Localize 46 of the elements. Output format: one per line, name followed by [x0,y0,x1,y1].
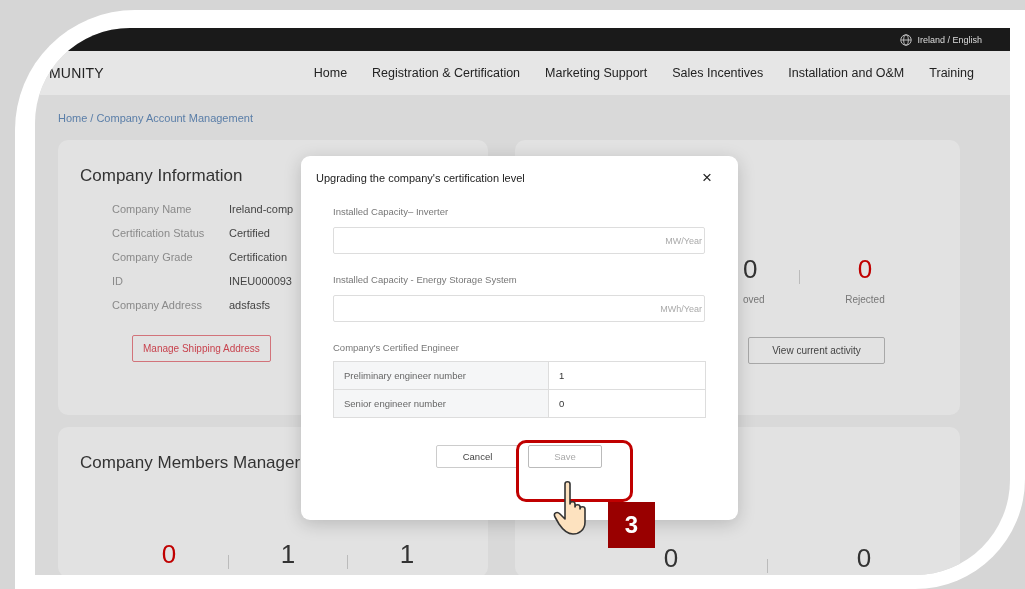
stat-label: oved [743,294,765,305]
view-activity-button[interactable]: View current activity [748,337,885,364]
field-value: Certified [229,227,270,239]
table-cell: Preliminary engineer number [334,362,549,390]
table-cell: 1 [549,362,706,390]
card-title: Company Information [80,166,243,186]
field-label: Company Address [112,299,202,311]
nav-link[interactable]: Sales Incentives [672,66,764,80]
field-label: ID [112,275,123,287]
manage-address-button[interactable]: Manage Shipping Address [132,335,271,362]
card-title: Company Members Manager [80,453,301,473]
field-label: Company Grade [112,251,193,263]
stat-value: 1 [399,539,415,569]
stat-value: 0 [857,254,873,284]
field-label: Installed Capacity– Inverter [333,206,450,217]
field-value: adsfasfs [229,299,270,311]
dialog-title: Upgrading the company's certification level [316,172,525,184]
field-label: Installed Capacity - Energy Storage System [333,274,518,285]
field-label: Company Name [112,203,192,215]
stat-value: 1 [280,539,296,569]
stat-value: 0 [856,543,872,573]
nav-link[interactable]: Registration & Certification [372,66,521,80]
nav-link[interactable]: Home [313,66,348,80]
table-cell-text: 0 [558,397,566,411]
stat-value: 0 [663,543,679,573]
nav-link[interactable]: Training [929,66,974,80]
cancel-button[interactable]: Cancel [436,445,519,468]
nav-link[interactable]: Installation and O&M [788,66,905,80]
table-cell: Senior engineer number [334,390,549,417]
section-label: Company's Certified Engineer [333,342,460,353]
field-label: Certification Status [112,227,205,239]
stat-label: Rejected [845,294,885,305]
field-value: INEU000093 [229,275,292,287]
field-value: Ireland-comp [229,203,294,215]
stat-value: 0 [161,539,177,569]
field-value: Certification [229,251,288,263]
input-field[interactable]: MWh/Year [333,295,705,322]
step-badge: 3 [608,502,655,548]
brand-logo-text: MUNITY [49,65,104,81]
close-button[interactable]: × [698,170,716,186]
nav-link[interactable]: Marketing Support [545,66,648,80]
breadcrumb-separator: / [90,112,94,124]
locale-link[interactable]: Ireland / English [917,34,982,45]
globe-icon[interactable] [900,33,913,46]
input-field[interactable]: MW/Year [333,227,705,254]
stat-value: 0 [743,254,758,284]
